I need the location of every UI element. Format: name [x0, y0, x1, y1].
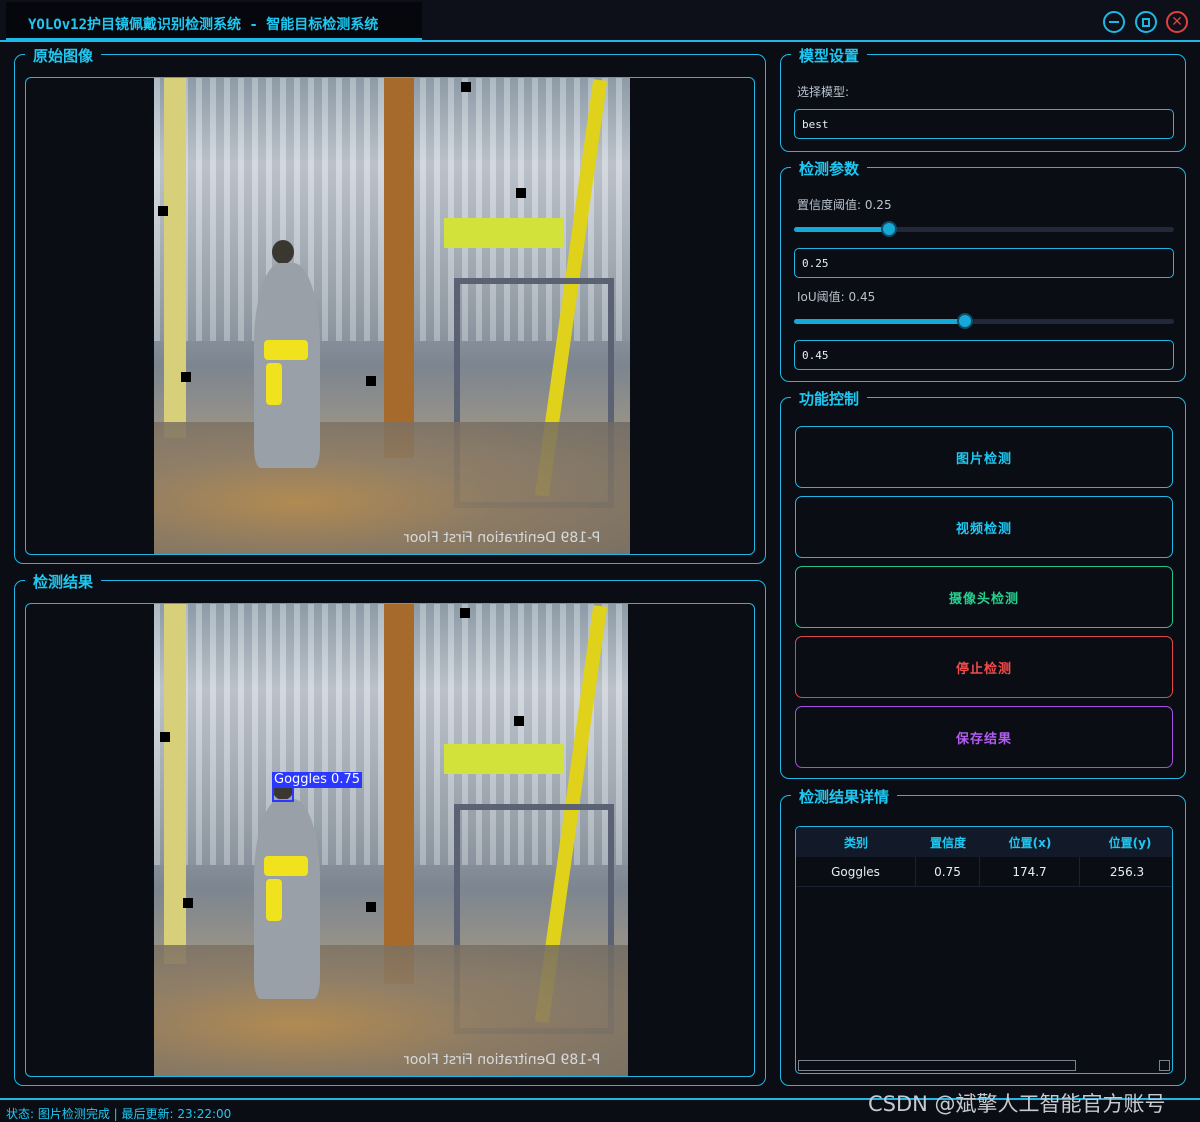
window-title: YOLOv12护目镜佩戴识别检测系统 - 智能目标检测系统 [28, 17, 379, 33]
confidence-slider[interactable] [794, 221, 1174, 237]
scene-pipe [444, 218, 564, 248]
header-confidence[interactable]: 置信度 [916, 827, 980, 857]
marker-dot [460, 608, 470, 618]
title-bar: YOLOv12护目镜佩戴识别检测系统 - 智能目标检测系统 ✕ [0, 0, 1200, 42]
detection-result-panel: 检测结果 P-189 Denitration First Floor Goggl… [14, 571, 766, 1086]
table-cell-confidence[interactable]: 0.75 [916, 857, 980, 887]
iou-label: IoU阈值: 0.45 [797, 290, 876, 304]
select-model-label: 选择模型: [797, 85, 850, 99]
iou-slider[interactable] [794, 313, 1174, 329]
original-image: P-189 Denitration First Floor [154, 78, 630, 554]
results-detail-panel: 检测结果详情 类别 置信度 位置(x) 位置(y) Goggles 0.75 1… [780, 786, 1186, 1086]
worker-glove [266, 879, 282, 921]
marker-dot [366, 902, 376, 912]
detection-result-title: 检测结果 [25, 571, 102, 592]
results-table[interactable]: 类别 置信度 位置(x) 位置(y) Goggles 0.75 174.7 25… [795, 826, 1173, 1074]
original-image-panel: 原始图像 P-189 Denitration First Floor [14, 45, 766, 564]
result-image: P-189 Denitration First Floor [154, 604, 628, 1076]
header-class[interactable]: 类别 [796, 827, 916, 857]
horizontal-scrollbar[interactable] [798, 1060, 1076, 1071]
table-header: 类别 置信度 位置(x) 位置(y) [796, 827, 1172, 857]
confidence-label: 置信度阈值: 0.25 [797, 198, 892, 212]
table-cell-class[interactable]: Goggles [796, 857, 916, 887]
iou-slider-handle[interactable] [957, 313, 973, 329]
original-image-frame: P-189 Denitration First Floor [25, 77, 755, 555]
status-text: 状态: 图片检测完成 | 最后更新: 23:22:00 [6, 1107, 232, 1121]
header-position-y[interactable]: 位置(y) [1080, 827, 1172, 857]
scene-pipe [164, 604, 186, 964]
function-control-title: 功能控制 [791, 388, 868, 409]
title-box: YOLOv12护目镜佩戴识别检测系统 - 智能目标检测系统 [6, 2, 422, 40]
close-icon: ✕ [1171, 14, 1183, 30]
worker-body [254, 799, 320, 999]
worker-glove [264, 856, 308, 876]
scene-pipe [444, 744, 564, 774]
header-position-x[interactable]: 位置(x) [980, 827, 1080, 857]
confidence-input[interactable]: 0.25 [794, 248, 1174, 278]
confidence-slider-handle[interactable] [881, 221, 897, 237]
worker-body [254, 263, 320, 468]
minimize-icon [1109, 21, 1119, 23]
stop-detect-button[interactable]: 停止检测 [795, 636, 1173, 698]
maximize-icon [1142, 17, 1150, 27]
detection-label: Goggles 0.75 [272, 772, 362, 788]
original-image-title: 原始图像 [25, 45, 102, 66]
model-select[interactable]: best [794, 109, 1174, 139]
marker-dot [183, 898, 193, 908]
results-detail-title: 检测结果详情 [791, 786, 898, 807]
detection-params-panel: 检测参数 置信度阈值: 0.25 0.25 IoU阈值: 0.45 0.45 [780, 158, 1186, 382]
scene-pipe [384, 78, 414, 458]
maximize-button[interactable] [1135, 11, 1157, 33]
minimize-button[interactable] [1103, 11, 1125, 33]
marker-dot [366, 376, 376, 386]
table-cell-position-x[interactable]: 174.7 [980, 857, 1080, 887]
video-detect-button[interactable]: 视频检测 [795, 496, 1173, 558]
table-cell-position-y[interactable]: 256.3 [1080, 857, 1172, 887]
worker-glove [266, 363, 282, 405]
scene-pipe [384, 604, 414, 984]
camera-detect-button[interactable]: 摄像头检测 [795, 566, 1173, 628]
watermark: CSDN @斌擎人工智能官方账号 [868, 1092, 1166, 1116]
iou-slider-fill [794, 319, 965, 324]
marker-dot [516, 188, 526, 198]
worker-head [272, 240, 294, 264]
model-settings-panel: 模型设置 选择模型: best [780, 45, 1186, 152]
detection-result-frame: P-189 Denitration First Floor Goggles 0.… [25, 603, 755, 1077]
detection-params-title: 检测参数 [791, 158, 868, 179]
marker-dot [181, 372, 191, 382]
confidence-slider-fill [794, 227, 889, 232]
function-control-panel: 功能控制 图片检测 视频检测 摄像头检测 停止检测 保存结果 [780, 388, 1186, 779]
image-detect-button[interactable]: 图片检测 [795, 426, 1173, 488]
marker-dot [514, 716, 524, 726]
close-button[interactable]: ✕ [1166, 11, 1188, 33]
scene-pipe [164, 78, 186, 438]
marker-dot [160, 732, 170, 742]
iou-input[interactable]: 0.45 [794, 340, 1174, 370]
marker-dot [461, 82, 471, 92]
model-settings-title: 模型设置 [791, 45, 868, 66]
floor-sign-text: P-189 Denitration First Floor [404, 1052, 601, 1068]
detection-box [272, 786, 294, 802]
marker-dot [158, 206, 168, 216]
floor-sign-text: P-189 Denitration First Floor [404, 530, 601, 546]
save-result-button[interactable]: 保存结果 [795, 706, 1173, 768]
scrollbar-corner [1159, 1060, 1170, 1071]
worker-glove [264, 340, 308, 360]
